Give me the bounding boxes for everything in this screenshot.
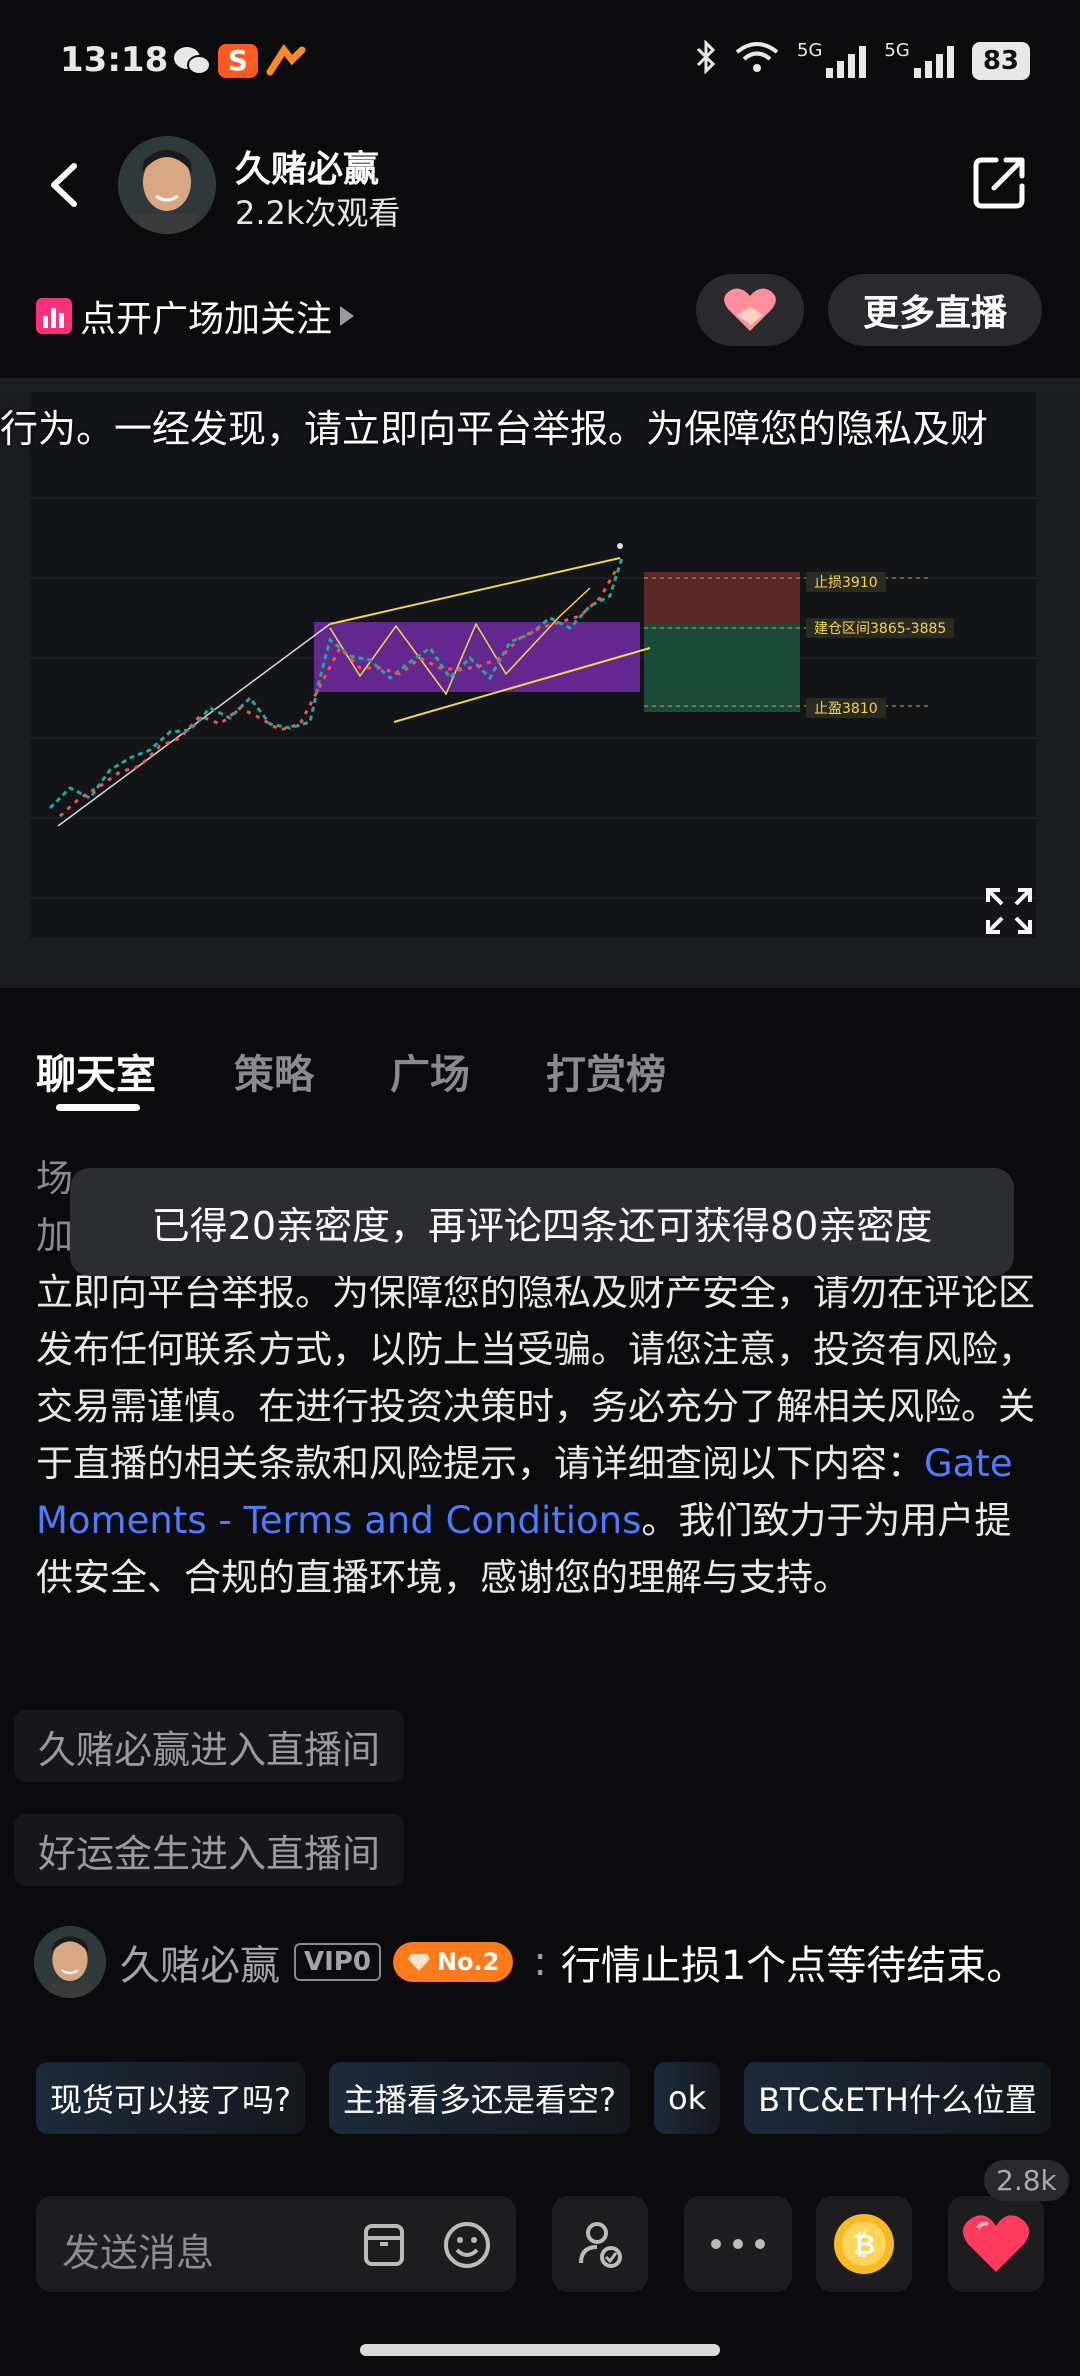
quick-replies: 现货可以接了吗? 主播看多还是看空? ok BTC&ETH什么位置 bbox=[36, 2062, 1051, 2134]
share-button[interactable] bbox=[970, 152, 1030, 212]
chart-label-entry-zone: 建仓区间3865-3885 bbox=[806, 618, 955, 638]
fullscreen-button[interactable] bbox=[984, 886, 1034, 936]
view-count: 2.2k次观看 bbox=[235, 194, 401, 232]
chat-avatar[interactable] bbox=[34, 1926, 106, 1998]
emoji-icon[interactable] bbox=[442, 2220, 492, 2274]
quick-reply-chip[interactable]: 现货可以接了吗? bbox=[36, 2062, 305, 2134]
notice-body: 立即向平台举报。为保障您的隐私及财产安全，请勿在评论区发布任何联系方式，以防上当… bbox=[36, 1271, 1035, 1485]
chart-label-stop-loss: 止损3910 bbox=[806, 572, 886, 592]
rank-badge: No.2 bbox=[392, 1942, 514, 1982]
message-input-placeholder: 发送消息 bbox=[62, 2231, 215, 2275]
chat-message: 久赌必赢 VIP0 No.2 : 行情止损1个点等待结束。 bbox=[34, 1924, 1026, 2000]
chat-text: 行情止损1个点等待结束。 bbox=[560, 1943, 1027, 1989]
chat-username[interactable]: 久赌必赢 bbox=[120, 1933, 280, 1991]
quick-reply-chip[interactable]: ok bbox=[654, 2062, 721, 2134]
quick-reply-chip[interactable]: 主播看多还是看空? bbox=[329, 2062, 630, 2134]
follow-label: 点开广场加关注 bbox=[80, 299, 333, 340]
bitcoin-coin-icon: ₿ bbox=[834, 2214, 894, 2274]
sohu-icon: S bbox=[218, 44, 258, 78]
live-video[interactable]: 止损3910 建仓区间3865-3885 止盈3810 行为。一经发现，请立即向… bbox=[0, 378, 1080, 988]
fullscreen-icon bbox=[986, 888, 1032, 934]
status-right-icons: 5G 5G 83 bbox=[695, 39, 1030, 81]
clipboard-icon[interactable] bbox=[362, 2222, 406, 2272]
user-permission-button[interactable] bbox=[552, 2196, 648, 2292]
active-tab-indicator bbox=[56, 1104, 140, 1111]
status-time: 13:18 bbox=[60, 40, 169, 80]
heart-hands-button[interactable] bbox=[696, 274, 804, 346]
battery-indicator: 83 bbox=[971, 41, 1030, 80]
trading-chart-stream bbox=[0, 378, 1080, 988]
more-dots-icon bbox=[711, 2239, 765, 2249]
play-arrow-icon bbox=[338, 296, 356, 337]
diamond-icon bbox=[407, 1954, 430, 1971]
gift-coin-button[interactable]: ₿ bbox=[816, 2196, 912, 2292]
user-check-icon bbox=[579, 2222, 622, 2268]
more-live-button[interactable]: 更多直播 bbox=[828, 274, 1042, 346]
intimacy-toast: 已得20亲密度，再评论四条还可获得80亲密度 bbox=[70, 1168, 1014, 1276]
signal-2-icon bbox=[913, 44, 954, 78]
rank-label: No.2 bbox=[436, 1948, 500, 1976]
quick-reply-chip[interactable]: BTC&ETH什么位置 bbox=[744, 2062, 1051, 2134]
status-bar: 13:18 S 5G 5G 83 bbox=[0, 0, 1080, 130]
wechat-icon bbox=[172, 44, 212, 78]
bluetooth-icon bbox=[695, 39, 717, 81]
like-button[interactable] bbox=[948, 2196, 1044, 2292]
wifi-icon bbox=[735, 40, 779, 81]
follow-square-link[interactable]: 点开广场加关注 bbox=[36, 290, 356, 342]
svg-text:₿: ₿ bbox=[853, 2228, 876, 2261]
bar-chart-icon bbox=[36, 298, 72, 334]
share-icon bbox=[973, 157, 1025, 209]
network-type-1: 5G bbox=[797, 40, 823, 61]
enter-message: 好运金生进入直播间 bbox=[14, 1814, 405, 1886]
chart-label-take-profit: 止盈3810 bbox=[806, 698, 886, 718]
back-button[interactable] bbox=[44, 160, 84, 210]
tab-square[interactable]: 广场 bbox=[390, 1042, 470, 1100]
streamer-avatar[interactable] bbox=[118, 136, 216, 234]
tab-bar: 聊天室 策略 广场 打赏榜 bbox=[0, 1020, 1080, 1120]
heart-icon bbox=[962, 2215, 1030, 2272]
streamer-name[interactable]: 久赌必赢 bbox=[235, 140, 379, 192]
tab-strategy[interactable]: 策略 bbox=[234, 1042, 314, 1100]
network-type-2: 5G bbox=[884, 40, 910, 61]
enter-message: 久赌必赢进入直播间 bbox=[14, 1710, 405, 1782]
more-options-button[interactable] bbox=[684, 2196, 792, 2292]
message-input[interactable]: 发送消息 bbox=[36, 2196, 516, 2292]
scrolling-notice: 行为。一经发现，请立即向平台举报。为保障您的隐私及财 bbox=[0, 407, 989, 451]
heart-hands-icon bbox=[724, 288, 776, 331]
tab-tip-ranking[interactable]: 打赏榜 bbox=[546, 1042, 666, 1100]
vip-badge: VIP0 bbox=[294, 1943, 381, 1981]
app-notification-icon bbox=[266, 43, 306, 78]
likes-count: 2.8k bbox=[984, 2160, 1069, 2201]
tab-chatroom[interactable]: 聊天室 bbox=[36, 1042, 156, 1100]
home-indicator[interactable] bbox=[360, 2344, 720, 2356]
signal-1-icon bbox=[826, 44, 867, 78]
